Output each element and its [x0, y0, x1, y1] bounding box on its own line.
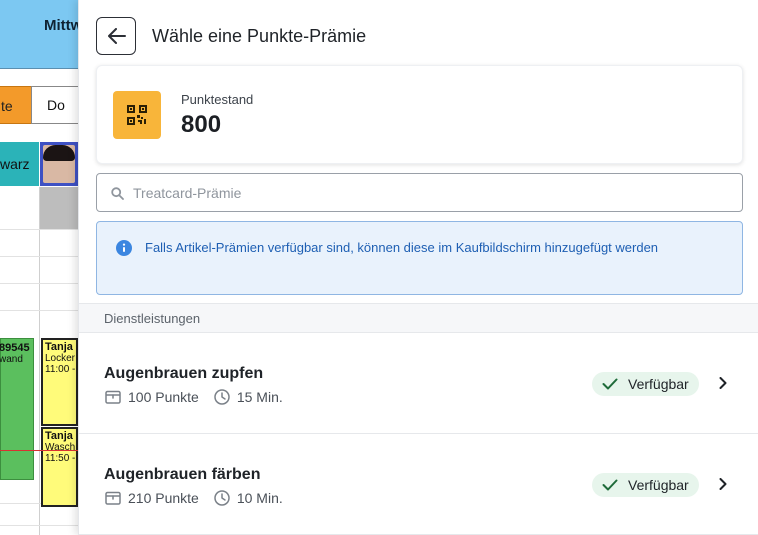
service-row[interactable]: Augenbrauen zupfen 100 Punkte 15 Min. Ve…	[79, 334, 758, 434]
page-title: Wähle eine Punkte-Prämie	[152, 26, 367, 46]
info-text: Falls Artikel-Prämien verfügbar sind, kö…	[145, 240, 659, 255]
day-tab-current-label: te	[1, 98, 13, 114]
search-input[interactable]	[133, 175, 733, 210]
chevron-right-icon	[719, 478, 727, 490]
points-balance-card: Punktestand 800	[96, 65, 743, 164]
info-icon	[116, 240, 132, 256]
day-tab-do-label: Do	[47, 97, 65, 113]
appointment-block[interactable]: Tanja F Locker 11:00 -	[41, 338, 78, 426]
section-header-services: Dienstleistungen	[79, 303, 758, 333]
calendar-header-text: Mittw	[44, 17, 83, 34]
time-gridline	[0, 256, 78, 257]
status-badge-label: Verfügbar	[628, 376, 689, 392]
appointment-client: Tanja F	[45, 341, 76, 353]
info-notice: Falls Artikel-Prämien verfügbar sind, kö…	[96, 221, 743, 295]
day-tab-current[interactable]: te	[0, 86, 31, 124]
column-divider	[39, 187, 40, 535]
status-badge-label: Verfügbar	[628, 477, 689, 493]
staff-column-header: warz	[0, 142, 39, 186]
appointment-time: 11:00 -	[45, 364, 76, 375]
points-label: Punktestand	[181, 92, 254, 107]
wallet-icon	[104, 388, 122, 406]
status-badge: Verfügbar	[592, 372, 699, 396]
points-value: 800	[181, 111, 222, 138]
time-gridline	[0, 525, 78, 526]
calendar-header: Mittw	[0, 0, 90, 68]
chevron-right-icon	[719, 377, 727, 389]
back-button[interactable]	[96, 17, 136, 55]
appointment-block-green[interactable]: 89545 wand	[0, 338, 34, 480]
service-points: 210 Punkte	[128, 490, 199, 506]
time-gridline	[0, 283, 78, 284]
service-name: Augenbrauen zupfen	[104, 365, 264, 382]
reward-selection-panel: Wähle eine Punkte-Prämie Punktestand 800…	[78, 0, 758, 535]
section-title: Dienstleistungen	[104, 311, 201, 326]
time-gridline	[0, 229, 78, 230]
clock-icon	[213, 388, 231, 406]
service-name: Augenbrauen färben	[104, 466, 261, 483]
appointment-note: wand	[0, 354, 23, 365]
current-time-line	[0, 450, 78, 451]
blocked-slot	[40, 187, 78, 229]
appointment-client: Tanja F	[45, 430, 76, 442]
service-row[interactable]: Augenbrauen färben 210 Punkte 10 Min. Ve…	[79, 435, 758, 535]
service-meta: 100 Punkte 15 Min.	[104, 388, 283, 406]
appointment-service: Locker	[45, 353, 76, 364]
background-calendar: Mittw te Do warz 89545 wand Tanja F Lock…	[0, 0, 90, 535]
appointment-id: 89545	[0, 342, 30, 354]
qr-code-icon	[127, 105, 147, 125]
search-icon	[111, 187, 124, 200]
service-points: 100 Punkte	[128, 389, 199, 405]
check-icon	[602, 479, 618, 491]
status-badge: Verfügbar	[592, 473, 699, 497]
wallet-icon	[104, 489, 122, 507]
time-gridline	[0, 310, 78, 311]
check-icon	[602, 378, 618, 390]
appointment-block[interactable]: Tanja F Wasch 11:50 -	[41, 427, 78, 507]
staff-avatar[interactable]	[40, 142, 78, 186]
arrow-left-icon	[108, 28, 126, 44]
avatar-face	[43, 145, 75, 183]
calendar-header-divider	[0, 68, 90, 69]
qr-code-tile	[113, 91, 161, 139]
appointment-time: 11:50 -	[45, 453, 76, 464]
appointment-service: Wasch	[45, 442, 76, 453]
service-duration: 10 Min.	[236, 490, 283, 506]
service-meta: 210 Punkte 10 Min.	[104, 489, 283, 507]
reward-search	[96, 173, 743, 212]
clock-icon	[213, 489, 231, 507]
service-duration: 15 Min.	[236, 389, 283, 405]
staff-name: warz	[0, 156, 30, 172]
